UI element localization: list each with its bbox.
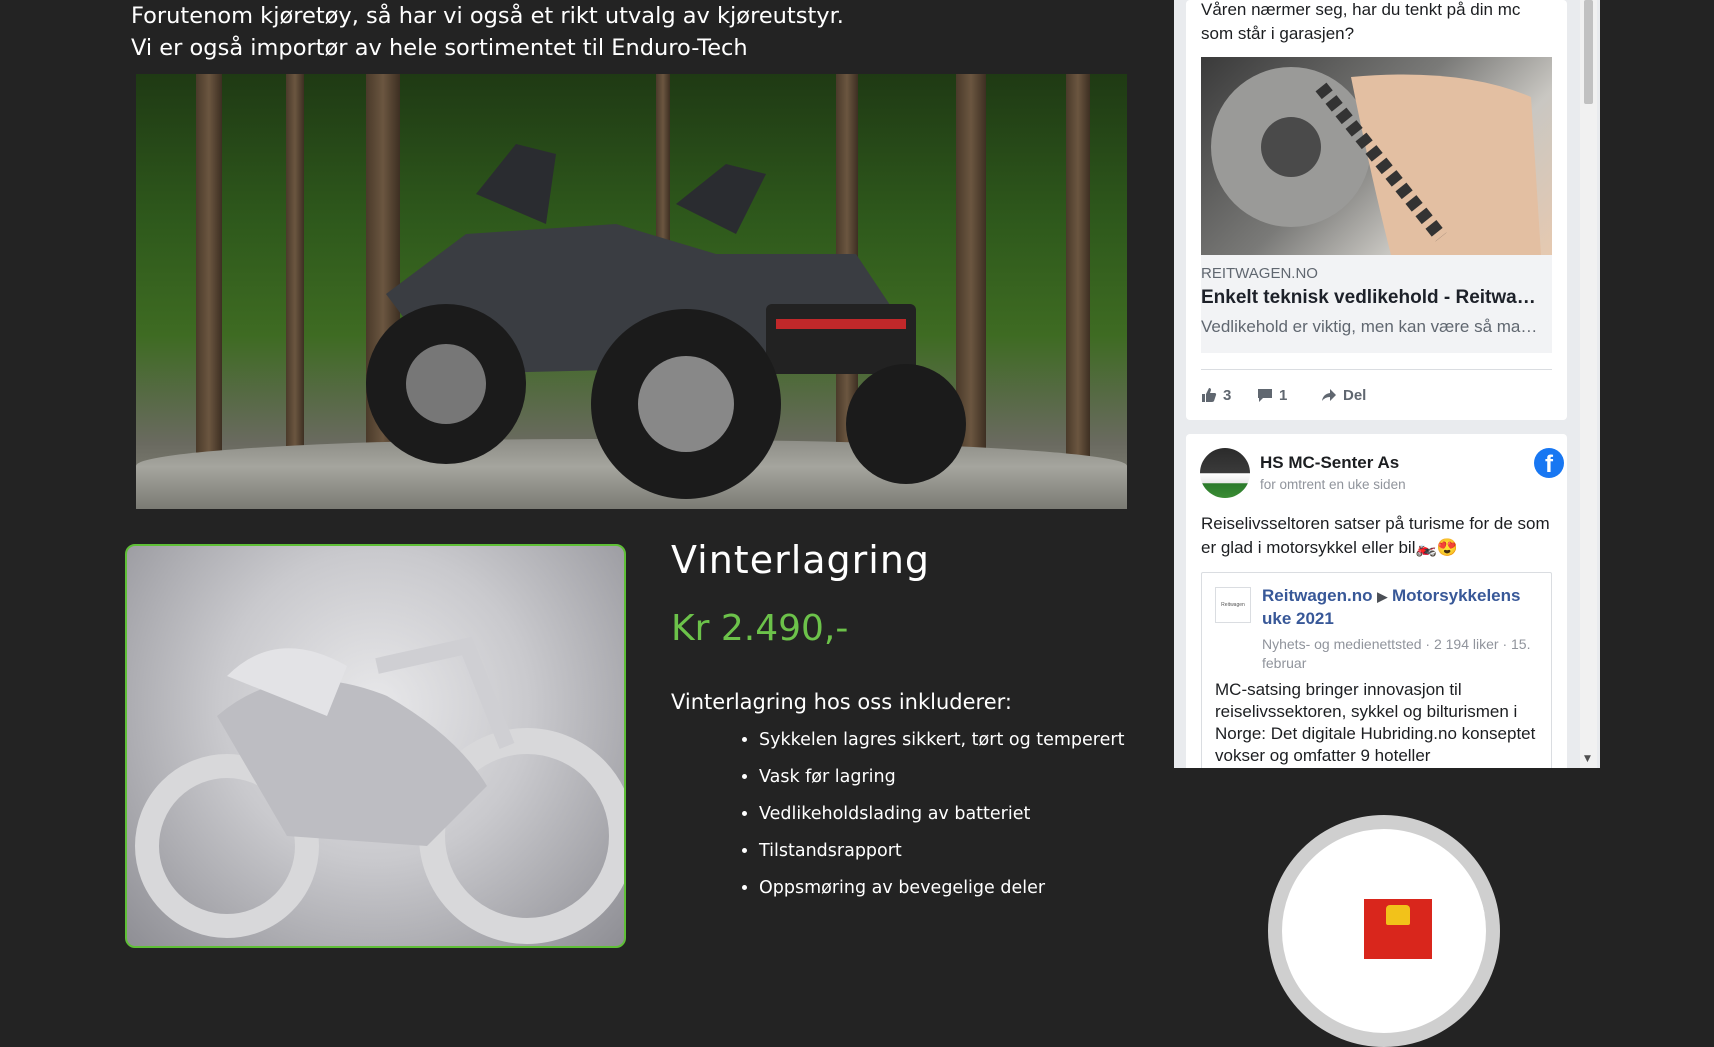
winter-storage-image [125,544,626,948]
link-domain: REITWAGEN.NO [1201,265,1318,282]
list-item: Oppsmøring av bevegelige deler [759,870,1124,907]
scroll-down-arrow-icon[interactable]: ▼ [1584,754,1591,764]
like-button[interactable]: 3 [1201,383,1231,407]
like-count: 3 [1223,386,1232,404]
coat-of-arms-icon [1364,899,1432,959]
shared-meta: Nyhets- og medienettsted · 2 194 liker ·… [1262,636,1531,671]
share-label: Del [1343,386,1367,404]
includes-heading: Vinterlagring hos oss inkluderer: [671,690,1012,714]
intro-line-2: Vi er også importør av hele sortimentet … [131,35,748,61]
comment-button[interactable]: 1 [1257,383,1287,407]
post-time[interactable]: for omtrent en uke siden [1260,477,1406,492]
page-name[interactable]: HS MC-Senter As [1260,453,1399,473]
link-description: Vedlikehold er viktig, men kan være så m… [1201,317,1546,336]
intro-line-1: Forutenom kjøretøy, så har vi også et ri… [131,3,844,29]
price: Kr 2.490,- [671,608,849,649]
divider [1201,369,1552,370]
list-item: Vedlikeholdslading av batteriet [759,796,1124,833]
scrollbar-thumb[interactable] [1584,0,1593,104]
shared-event-card[interactable]: Reitwagen Reitwagen.no ▶ Motorsykkelens … [1201,572,1552,768]
facebook-feed-widget[interactable]: Våren nærmer seg, har du tenkt på din mc… [1174,0,1600,768]
page-avatar[interactable] [1200,448,1250,498]
list-item: Sykkelen lagres sikkert, tørt og tempere… [759,722,1124,759]
intro-text: Forutenom kjøretøy, så har vi også et ri… [131,0,844,64]
snow-covered-motorcycle [135,636,624,944]
share-button[interactable]: Del [1321,383,1366,407]
share-icon [1322,389,1336,401]
comment-icon [1258,389,1272,402]
caret-right-icon: ▶ [1377,589,1388,604]
facebook-post: HS MC-Senter As for omtrent en uke siden… [1186,434,1567,768]
post-text: Våren nærmer seg, har du tenkt på din mc… [1201,0,1521,43]
approval-badge: GODKJENT AV [1268,815,1500,1047]
comment-count: 1 [1279,386,1288,404]
shared-title[interactable]: Reitwagen.no ▶ Motorsykkelens uke 2021 [1262,585,1542,630]
list-item: Vask før lagring [759,759,1124,796]
shared-body: MC-satsing bringer innovasjon til reisel… [1215,680,1536,765]
link-title[interactable]: Enkelt teknisk vedlikehold - Reitwagen [1201,287,1546,309]
widget-scrollbar[interactable]: ▼ [1580,0,1597,768]
includes-list: Sykkelen lagres sikkert, tørt og tempere… [731,722,1124,907]
atv-hero-image [136,74,1127,509]
post-text: Reiselivsseltoren satser på turisme for … [1201,514,1550,557]
shared-page-avatar[interactable]: Reitwagen [1215,587,1251,623]
atv-vehicle [366,144,966,499]
thumbs-up-icon [1202,388,1217,402]
shared-page-link[interactable]: Reitwagen.no [1262,586,1373,605]
list-item: Tilstandsrapport [759,833,1124,870]
section-title: Vinterlagring [671,538,931,582]
post-image[interactable] [1201,57,1552,255]
facebook-logo-icon[interactable]: f [1534,448,1564,478]
link-preview[interactable]: REITWAGEN.NO Enkelt teknisk vedlikehold … [1201,255,1552,353]
facebook-post: Våren nærmer seg, har du tenkt på din mc… [1186,0,1567,420]
